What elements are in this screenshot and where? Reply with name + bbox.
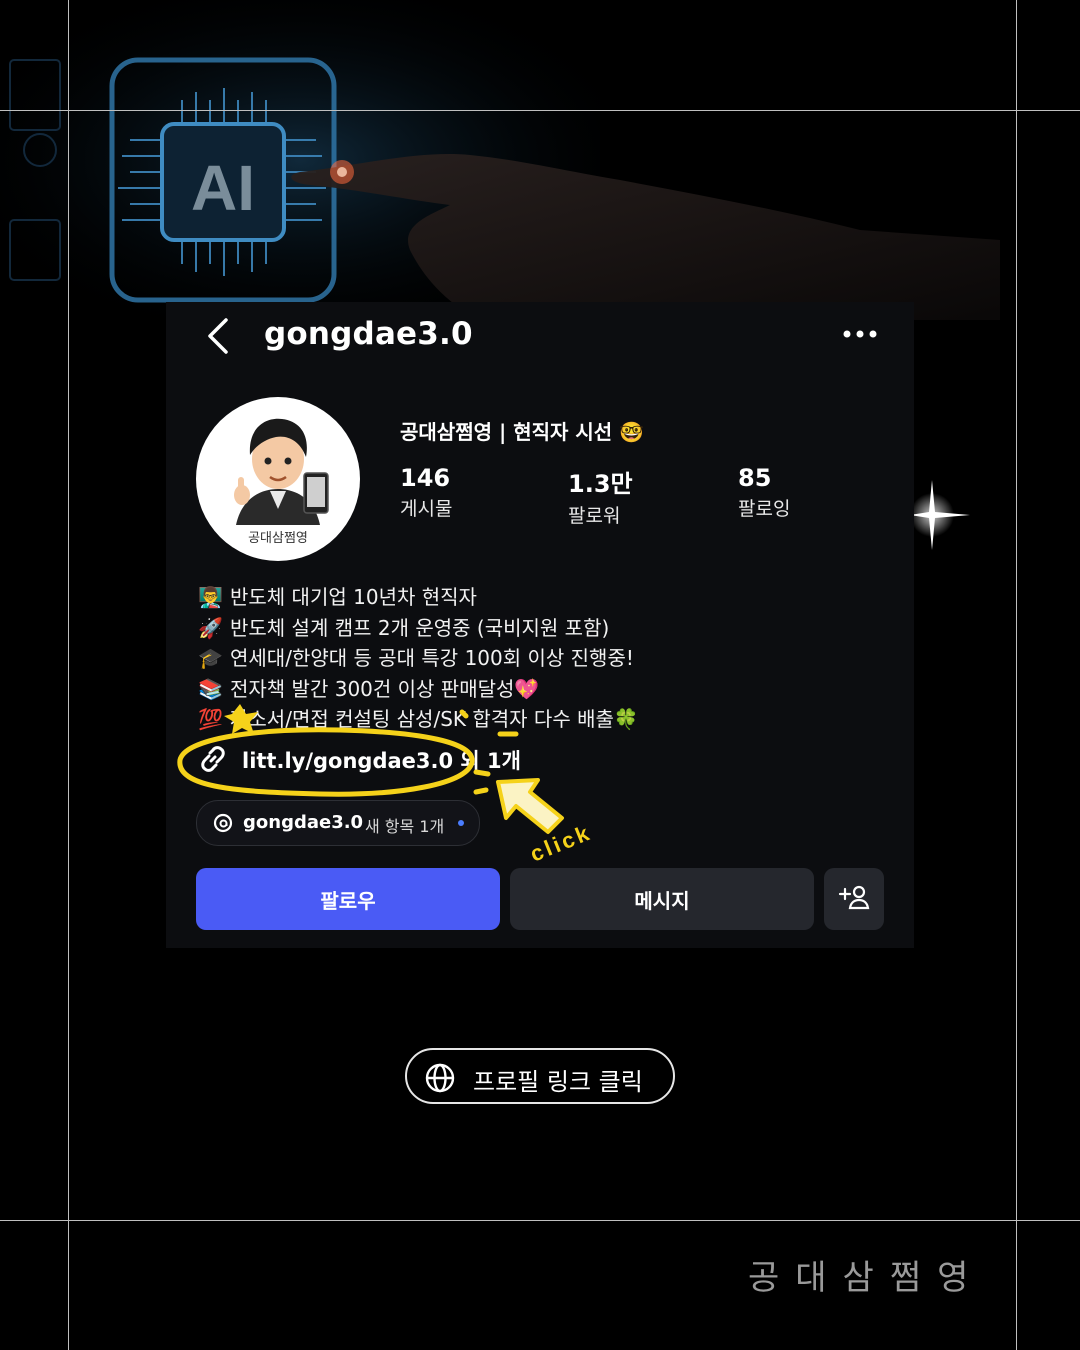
bio-line-text: 전자책 발간 300건 이상 판매달성💖	[230, 676, 540, 701]
bio-line-text: 반도체 대기업 10년차 현직자	[230, 585, 477, 609]
books-emoji: 📚	[198, 676, 223, 701]
add-person-icon	[838, 885, 870, 909]
hundred-points-emoji: 💯	[198, 707, 223, 731]
chip-label: AI	[191, 152, 255, 224]
profile-bio: 👨‍🏫 반도체 대기업 10년차 현직자 🚀 반도체 설계 캠프 2개 운영중 (국…	[198, 582, 888, 735]
stat-followers-count: 1.3만	[568, 470, 633, 498]
bio-line-text: 자소서/면접 컨설팅 삼성/SK 합격자 다수 배출🍀	[230, 707, 639, 731]
background-artwork: AI	[0, 0, 1080, 320]
teacher-emoji: 👨‍🏫	[198, 585, 223, 609]
threads-new-items: 새 항목 1개	[365, 817, 445, 836]
stat-posts-label: 게시물	[400, 498, 453, 520]
bio-line: 💯 자소서/면접 컨설팅 삼성/SK 합격자 다수 배출🍀	[198, 704, 888, 735]
add-person-button[interactable]	[824, 868, 884, 930]
frame-line-right	[1016, 0, 1017, 1350]
stat-posts[interactable]: 146 게시물	[400, 464, 452, 521]
unread-dot	[458, 820, 464, 826]
stat-followers-label: 팔로워	[568, 505, 621, 527]
bio-line: 👨‍🏫 반도체 대기업 10년차 현직자	[198, 582, 888, 613]
profile-username: gongdae3.0	[264, 316, 473, 352]
rocket-emoji: 🚀	[198, 615, 223, 640]
profile-link-text: litt.ly/gongdae3.0 외 1개	[242, 749, 521, 773]
stat-following-count: 85	[738, 464, 772, 492]
bio-line-text: 연세대/한양대 등 공대 특강 100회 이상 진행중!	[230, 646, 634, 670]
avatar[interactable]: 공대삼쩜영	[196, 397, 360, 561]
bio-line: 🎓 연세대/한양대 등 공대 특강 100회 이상 진행중!	[198, 643, 888, 674]
link-chain-icon	[201, 746, 225, 772]
profile-link-cta[interactable]: 프로필 링크 클릭	[405, 1048, 675, 1104]
profile-display-name: 공대삼쩜영 | 현직자 시선 🤓	[400, 420, 645, 444]
follow-button[interactable]: 팔로우	[196, 868, 500, 930]
frame-line-top	[0, 110, 1080, 111]
stat-posts-count: 146	[400, 464, 451, 492]
avatar-caption: 공대삼쩜영	[248, 531, 308, 546]
back-arrow-icon[interactable]	[204, 316, 234, 356]
instagram-profile-card: gongdae3.0 공대삼쩜영 공대삼쩜영 | 현직자 시선 🤓 146 게시…	[166, 302, 914, 948]
bio-line: 📚 전자책 발간 300건 이상 판매달성💖	[198, 674, 888, 705]
frame-line-bottom	[0, 1220, 1080, 1221]
stat-following-label: 팔로잉	[738, 498, 791, 520]
stat-following[interactable]: 85 팔로잉	[738, 464, 790, 521]
more-options-icon[interactable]	[842, 328, 878, 340]
threads-icon	[213, 813, 233, 833]
cta-label: 프로필 링크 클릭	[473, 1068, 643, 1096]
graduation-cap-emoji: 🎓	[198, 646, 223, 670]
brand-watermark: 공대삼쩜영	[748, 1258, 985, 1298]
frame-line-left	[68, 0, 69, 1350]
bio-line: 🚀 반도체 설계 캠프 2개 운영중 (국비지원 포함)	[198, 613, 888, 644]
threads-badge[interactable]: gongdae3.0 새 항목 1개	[196, 800, 480, 846]
profile-top-bar: gongdae3.0	[166, 302, 914, 366]
message-button[interactable]: 메시지	[510, 868, 814, 930]
globe-icon	[425, 1063, 455, 1093]
stat-followers[interactable]: 1.3만 팔로워	[568, 464, 633, 528]
bio-line-text: 반도체 설계 캠프 2개 운영중 (국비지원 포함)	[230, 615, 610, 640]
threads-handle: gongdae3.0	[243, 812, 364, 833]
